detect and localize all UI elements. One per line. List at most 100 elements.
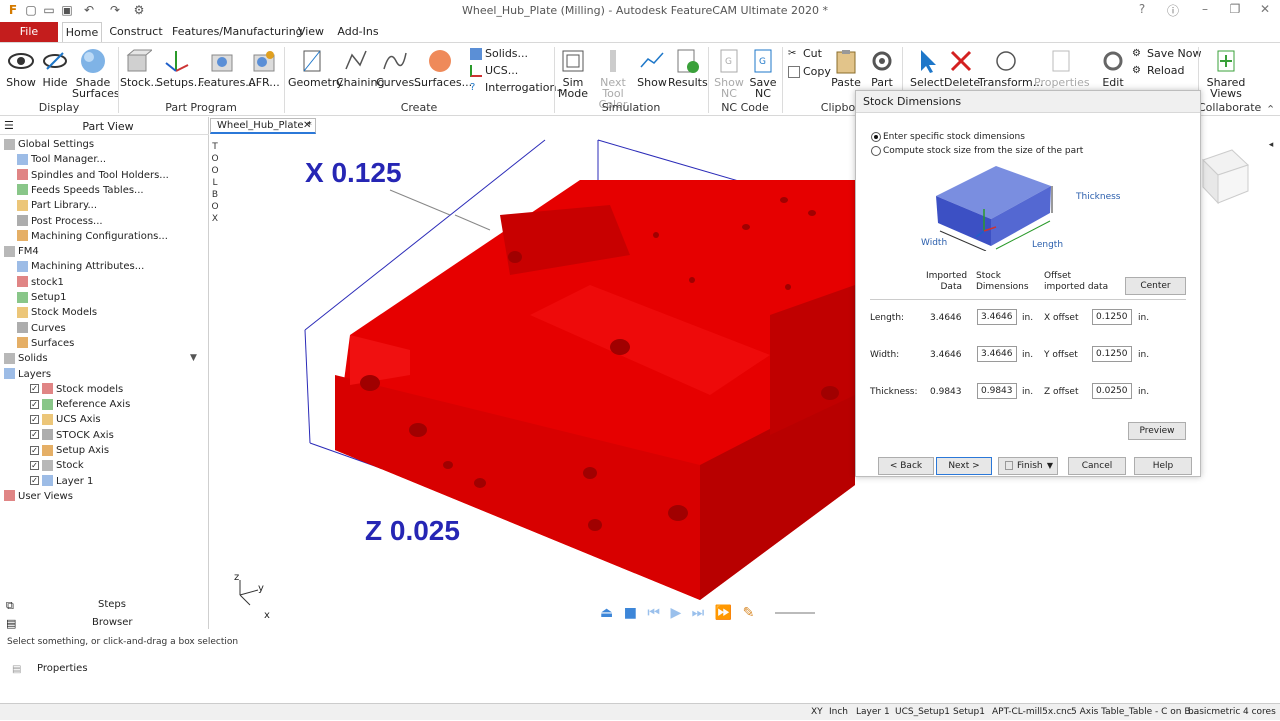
play-icon[interactable]: ▶ bbox=[670, 605, 681, 621]
document-tab[interactable]: Wheel_Hub_Plate * ✕ bbox=[210, 118, 316, 134]
solids-button[interactable]: Solids... bbox=[470, 47, 528, 60]
surfaces-button[interactable]: Surfaces... bbox=[414, 45, 472, 88]
curves-button[interactable]: Curves... bbox=[376, 45, 425, 88]
tree-item[interactable]: Feeds Speeds Tables... bbox=[17, 184, 144, 198]
status-post[interactable]: APT-CL-mill5x.cnc bbox=[992, 704, 1072, 721]
status-plane[interactable]: XY bbox=[811, 704, 823, 721]
tree-item[interactable]: Post Process... bbox=[17, 215, 103, 229]
status-tooldb[interactable]: basicmetric bbox=[1188, 704, 1240, 721]
reload-button[interactable]: ⚙ Reload bbox=[1132, 64, 1184, 77]
afr-button[interactable]: AFR... bbox=[248, 45, 280, 88]
tree-item[interactable]: Surfaces bbox=[17, 337, 74, 351]
tree-item[interactable]: FM4 bbox=[4, 245, 39, 259]
step-back-icon[interactable]: ⏮ bbox=[647, 605, 660, 621]
tab-home[interactable]: Home bbox=[62, 22, 102, 42]
chaining-button[interactable]: Chaining bbox=[336, 45, 384, 88]
save-nc-button[interactable]: G Save NC bbox=[746, 45, 780, 99]
tree-item[interactable]: Layers bbox=[4, 368, 51, 382]
tree-item[interactable]: Stock Models bbox=[17, 306, 97, 320]
tab-view[interactable]: View bbox=[294, 22, 328, 42]
offset-input[interactable]: 0.1250 bbox=[1092, 346, 1132, 362]
fast-forward-icon[interactable]: ⏩ bbox=[715, 605, 732, 621]
tree-item[interactable]: Part Library... bbox=[17, 199, 97, 213]
tree-item[interactable]: Setup1 bbox=[17, 291, 66, 305]
tree-item[interactable]: ✓ STOCK Axis bbox=[30, 429, 114, 443]
finish-dropdown-icon[interactable]: ▼ bbox=[1047, 458, 1053, 474]
tree-item[interactable]: User Views bbox=[4, 490, 73, 504]
layer-visibility-checkbox[interactable]: ✓ bbox=[30, 399, 39, 409]
dimension-input[interactable]: 3.4646 bbox=[977, 346, 1017, 362]
tree-item[interactable]: stock1 bbox=[17, 276, 64, 290]
cancel-button[interactable]: Cancel bbox=[1068, 457, 1126, 475]
show-nc-button[interactable]: G Show NC bbox=[712, 45, 746, 99]
tree-item[interactable]: ✓ Stock bbox=[30, 459, 84, 473]
tree-item[interactable]: Machining Configurations... bbox=[17, 230, 168, 244]
interrogation-button[interactable]: ? Interrogation... bbox=[470, 81, 567, 94]
part-button[interactable]: Part bbox=[866, 45, 898, 88]
shared-views-button[interactable]: Shared Views bbox=[1204, 45, 1248, 99]
tab-add-ins[interactable]: Add-Ins bbox=[336, 22, 380, 42]
stop-icon[interactable]: ■ bbox=[624, 605, 637, 621]
close-button[interactable]: ✕ bbox=[1250, 2, 1280, 20]
status-setup[interactable]: Setup1 bbox=[953, 704, 985, 721]
tree-item[interactable]: Spindles and Tool Holders... bbox=[17, 169, 169, 183]
status-units[interactable]: Inch bbox=[829, 704, 848, 721]
minimize-button[interactable]: – bbox=[1190, 2, 1220, 20]
tree-item[interactable]: Tool Manager... bbox=[17, 153, 106, 167]
results-button[interactable]: Results bbox=[668, 45, 708, 88]
show-button[interactable]: Show bbox=[4, 45, 38, 88]
layer-visibility-checkbox[interactable]: ✓ bbox=[30, 460, 39, 470]
save-now-button[interactable]: ⚙ Save Now bbox=[1132, 47, 1201, 60]
layer-visibility-checkbox[interactable]: ✓ bbox=[30, 476, 39, 486]
copy-button[interactable]: Copy bbox=[788, 65, 831, 78]
sim-show-button[interactable]: Show bbox=[636, 45, 668, 88]
steps-tab[interactable]: ⧉ Steps bbox=[0, 597, 209, 615]
next-button[interactable]: Next > bbox=[936, 457, 992, 475]
layer-visibility-checkbox[interactable]: ✓ bbox=[30, 430, 39, 440]
specific-dimensions-radio[interactable] bbox=[871, 132, 881, 142]
sim-mode-button[interactable]: Sim Mode bbox=[556, 45, 590, 99]
help-circle-icon[interactable]: ⓘ bbox=[1158, 2, 1188, 20]
geometry-button[interactable]: Geometry bbox=[288, 45, 343, 88]
eject-icon[interactable]: ⏏ bbox=[600, 605, 613, 621]
features-button[interactable]: Features... bbox=[198, 45, 256, 88]
browser-tab[interactable]: ▤ Browser bbox=[0, 615, 209, 633]
edit-button[interactable]: Edit bbox=[1096, 45, 1130, 88]
back-button[interactable]: < Back bbox=[878, 457, 934, 475]
properties-button[interactable]: Properties bbox=[1034, 45, 1090, 88]
ucs-button[interactable]: UCS... bbox=[470, 64, 518, 77]
layer-visibility-checkbox[interactable]: ✓ bbox=[30, 445, 39, 455]
speed-slider[interactable] bbox=[774, 612, 815, 614]
ribbon-collapse-icon[interactable]: ⌃ bbox=[1266, 103, 1275, 116]
tree-item[interactable]: ✓ UCS Axis bbox=[30, 413, 101, 427]
shade-surfaces-button[interactable]: Shade Surfaces bbox=[72, 45, 120, 99]
tree-item[interactable]: Curves bbox=[17, 322, 66, 336]
tree-item[interactable]: ✓ Stock models bbox=[30, 383, 123, 397]
select-button[interactable]: Select bbox=[908, 45, 946, 88]
center-button[interactable]: Center bbox=[1125, 277, 1186, 295]
finish-button[interactable]: Finish ▼ bbox=[998, 457, 1058, 475]
tree-item[interactable]: Solids bbox=[4, 352, 48, 366]
tab-file[interactable]: File bbox=[0, 22, 58, 42]
restore-button[interactable]: ❐ bbox=[1220, 2, 1250, 20]
tab-construct[interactable]: Construct bbox=[108, 22, 164, 42]
layer-visibility-checkbox[interactable]: ✓ bbox=[30, 384, 39, 394]
eraser-icon[interactable]: ✎ bbox=[743, 605, 755, 621]
status-layer[interactable]: Layer 1 bbox=[856, 704, 890, 721]
status-machine[interactable]: 5 Axis Table_Table - C on B... bbox=[1071, 704, 1199, 721]
tree-item[interactable]: ✓ Layer 1 bbox=[30, 475, 93, 489]
offset-input[interactable]: 0.1250 bbox=[1092, 309, 1132, 325]
tree-scroll-icon[interactable]: ▼ bbox=[190, 353, 197, 363]
dimension-input[interactable]: 0.9843 bbox=[977, 383, 1017, 399]
tab-features-manufacturing[interactable]: Features/Manufacturing bbox=[172, 22, 303, 42]
tree-item[interactable]: ✓ Setup Axis bbox=[30, 444, 109, 458]
delete-button[interactable]: Delete bbox=[944, 45, 980, 88]
setups-button[interactable]: Setups... bbox=[156, 45, 204, 88]
preview-button[interactable]: Preview bbox=[1128, 422, 1186, 440]
hide-button[interactable]: Hide bbox=[40, 45, 70, 88]
layer-visibility-checkbox[interactable]: ✓ bbox=[30, 414, 39, 424]
step-forward-icon[interactable]: ⏭ bbox=[692, 605, 705, 621]
help-button[interactable]: Help bbox=[1134, 457, 1192, 475]
tree-item[interactable]: ✓ Reference Axis bbox=[30, 398, 130, 412]
paste-button[interactable]: Paste bbox=[830, 45, 862, 88]
